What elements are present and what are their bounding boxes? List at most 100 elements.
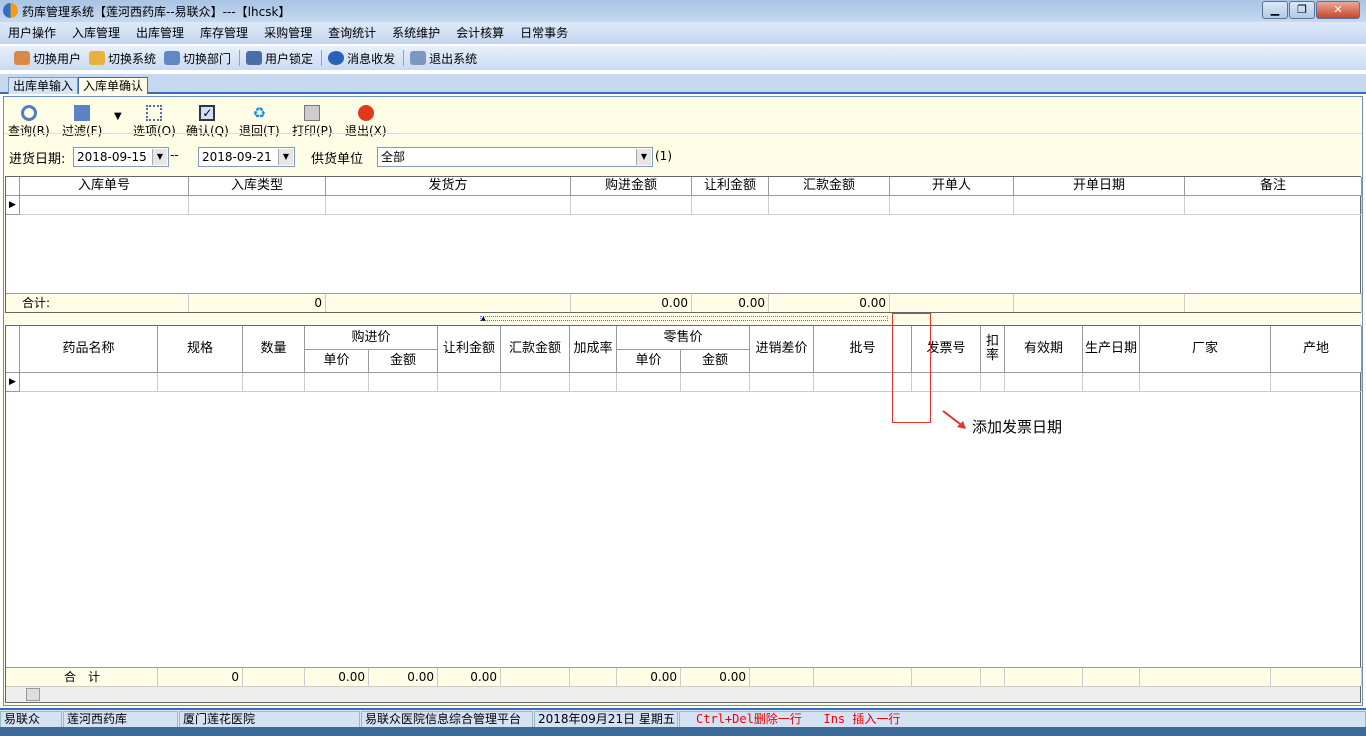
- column-header[interactable]: 药品名称: [20, 326, 158, 373]
- switch-user-button[interactable]: 切换用户: [14, 50, 81, 67]
- column-header[interactable]: 加成率: [570, 326, 617, 373]
- grid-cell[interactable]: [890, 196, 1014, 215]
- row-pointer-icon: ▶: [6, 196, 20, 215]
- column-header[interactable]: 厂家: [1140, 326, 1271, 373]
- supplier-select[interactable]: 全部 ▼: [377, 147, 653, 167]
- scrollbar-thumb[interactable]: [26, 688, 40, 701]
- grid-cell[interactable]: [305, 373, 369, 392]
- drug-detail-grid[interactable]: 药品名称 规格 0 数量 单价 0.00 金额 0.00 让利金额 0.00 汇款金额 加成率 单价 0.…: [5, 325, 1362, 703]
- column-header[interactable]: 汇款金额: [501, 326, 570, 373]
- column-header[interactable]: 入库类型: [189, 177, 326, 196]
- taskbar: [0, 727, 1366, 736]
- grid-cell[interactable]: [617, 373, 681, 392]
- filter-dropdown-icon[interactable]: ▼: [114, 111, 122, 122]
- grid-cell[interactable]: [1014, 196, 1185, 215]
- switch-dept-button[interactable]: 切换部门: [164, 50, 231, 67]
- menu-user[interactable]: 用户操作: [8, 22, 56, 44]
- total-cell: [1083, 667, 1140, 686]
- chevron-down-icon[interactable]: ▼: [278, 149, 293, 165]
- menu-daily[interactable]: 日常事务: [520, 22, 568, 44]
- minimize-button[interactable]: ▁: [1262, 1, 1288, 19]
- grid-cell[interactable]: [571, 196, 692, 215]
- date-from-picker[interactable]: 2018-09-15 ▼: [73, 147, 169, 167]
- column-header[interactable]: 让利金额: [692, 177, 769, 196]
- grid-cell[interactable]: [20, 373, 158, 392]
- grid-cell[interactable]: [570, 373, 617, 392]
- column-header[interactable]: 让利金额: [438, 326, 501, 373]
- grid-cell[interactable]: [189, 196, 326, 215]
- grid-cell[interactable]: [692, 196, 769, 215]
- message-icon: [328, 51, 345, 65]
- grid-cell[interactable]: [1185, 196, 1362, 215]
- grid-cell[interactable]: [1271, 373, 1362, 392]
- user-lock-icon: [246, 51, 263, 65]
- tab-outbound-input[interactable]: 出库单输入: [8, 77, 79, 94]
- column-header[interactable]: 备注: [1185, 177, 1362, 196]
- close-button[interactable]: ✕: [1316, 1, 1360, 19]
- column-header[interactable]: 单价: [305, 350, 369, 373]
- grid-cell[interactable]: [1005, 373, 1083, 392]
- tab-inbound-confirm[interactable]: 入库单确认: [78, 77, 149, 94]
- grid-cell[interactable]: [158, 373, 243, 392]
- column-header[interactable]: 金额: [681, 350, 750, 373]
- total-cell: [570, 667, 617, 686]
- column-header[interactable]: 单价: [617, 350, 681, 373]
- splitter[interactable]: ▲: [5, 314, 1361, 323]
- grid-cell[interactable]: [20, 196, 189, 215]
- column-header[interactable]: 购进金额: [571, 177, 692, 196]
- exit-system-button[interactable]: 退出系统: [410, 50, 477, 67]
- menu-purchase[interactable]: 采购管理: [264, 22, 312, 44]
- status-user: 易联众: [0, 711, 62, 728]
- chevron-down-icon[interactable]: ▼: [636, 149, 651, 165]
- menu-accounting[interactable]: 会计核算: [456, 22, 504, 44]
- grid-cell[interactable]: [438, 373, 501, 392]
- column-header[interactable]: 开单人: [890, 177, 1014, 196]
- horizontal-scrollbar[interactable]: [6, 686, 1360, 702]
- user-lock-button[interactable]: 用户锁定: [246, 50, 313, 67]
- column-header[interactable]: 金额: [369, 350, 438, 373]
- grid-cell[interactable]: [769, 196, 890, 215]
- menu-outbound[interactable]: 出库管理: [136, 22, 184, 44]
- date-to-picker[interactable]: 2018-09-21 ▼: [198, 147, 295, 167]
- switch-system-button[interactable]: 切换系统: [89, 50, 156, 67]
- column-header[interactable]: 产地: [1271, 326, 1362, 373]
- grid-cell[interactable]: [243, 373, 305, 392]
- refresh-icon: [20, 105, 37, 121]
- column-header[interactable]: 数量: [243, 326, 305, 373]
- row-indicator-header: [6, 177, 20, 196]
- menu-system[interactable]: 系统维护: [392, 22, 440, 44]
- message-button[interactable]: 消息收发: [328, 50, 395, 67]
- status-hospital: 厦门莲花医院: [179, 711, 360, 728]
- grid-cell[interactable]: [981, 373, 1005, 392]
- printer-icon: [304, 105, 321, 121]
- column-header[interactable]: 生产日期: [1083, 326, 1140, 373]
- restore-button[interactable]: ❐: [1289, 1, 1315, 19]
- column-header[interactable]: 汇款金额: [769, 177, 890, 196]
- menu-query[interactable]: 查询统计: [328, 22, 376, 44]
- inbound-order-grid[interactable]: 入库单号 入库类型 0 发货方 购进金额 0.00 让利金额 0.00 汇款金额 0.00 开单人开…: [5, 176, 1362, 313]
- column-header[interactable]: 规格: [158, 326, 243, 373]
- grid-cell[interactable]: [681, 373, 750, 392]
- grid-cell[interactable]: [326, 196, 571, 215]
- separator: [239, 50, 241, 66]
- column-header[interactable]: 扣率: [981, 326, 1005, 373]
- grid-cell[interactable]: [501, 373, 570, 392]
- annotation-text: 添加发票日期: [972, 418, 1063, 436]
- column-header[interactable]: 进销差价: [750, 326, 814, 373]
- column-header[interactable]: 开单日期: [1014, 177, 1185, 196]
- total-cell: 0.00: [571, 293, 692, 312]
- grid-cell[interactable]: [1140, 373, 1271, 392]
- column-header[interactable]: 发货方: [326, 177, 571, 196]
- grid-cell[interactable]: [1083, 373, 1140, 392]
- grid-cell[interactable]: [369, 373, 438, 392]
- status-hotkeys: Ctrl+Del删除一行 Ins 插入一行: [679, 711, 1366, 728]
- chevron-down-icon[interactable]: ▼: [152, 149, 167, 165]
- menu-stock[interactable]: 库存管理: [200, 22, 248, 44]
- switch-user-icon: [14, 51, 30, 65]
- column-header[interactable]: 入库单号: [20, 177, 189, 196]
- menu-inbound[interactable]: 入库管理: [72, 22, 120, 44]
- column-header[interactable]: 有效期: [1005, 326, 1083, 373]
- grid-cell[interactable]: [750, 373, 814, 392]
- filter-icon: [74, 105, 91, 121]
- row-indicator-header: [6, 326, 20, 373]
